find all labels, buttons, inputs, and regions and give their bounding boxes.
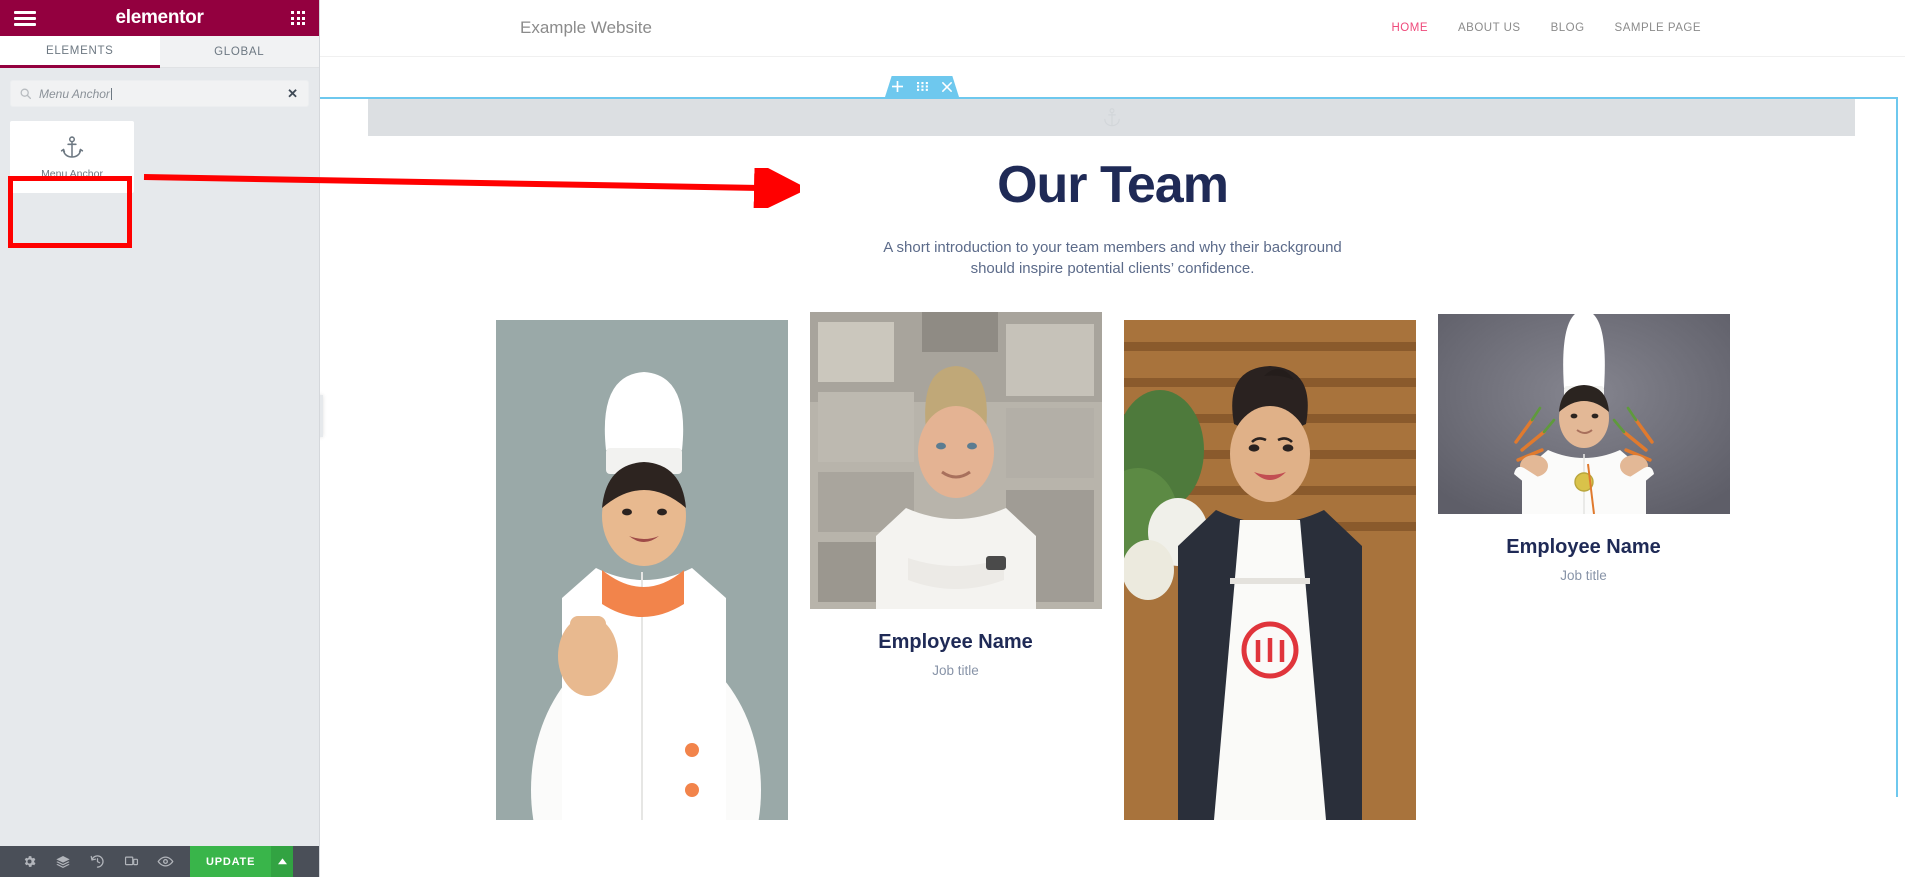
plus-icon xyxy=(892,81,903,92)
nav-item-about-us[interactable]: ABOUT US xyxy=(1458,22,1521,34)
add-section-button[interactable] xyxy=(892,81,903,92)
member-name: Employee Name xyxy=(878,630,1033,653)
navigator-button[interactable] xyxy=(46,846,80,877)
widget-card-label: Menu Anchor xyxy=(41,167,103,180)
team-member[interactable] xyxy=(495,319,788,842)
responsive-icon xyxy=(124,856,138,866)
team-members-grid: Employee Name Job title Employee Name Jo… xyxy=(320,311,1905,842)
member-job: Job title xyxy=(932,662,979,678)
tab-elements[interactable]: ELEMENTS xyxy=(0,36,160,68)
member-photo xyxy=(1123,319,1416,820)
update-options-caret[interactable] xyxy=(271,846,294,877)
panel-footer-toolbar: UPDATE xyxy=(0,846,319,877)
nav-item-home[interactable]: HOME xyxy=(1391,22,1428,34)
grid-dots-icon xyxy=(917,82,928,91)
editor-canvas: Example Website HOME ABOUT US BLOG SAMPL… xyxy=(320,0,1905,877)
team-heading: Our Team xyxy=(997,156,1229,214)
anchor-icon xyxy=(1103,107,1120,126)
elementor-logo: elementor xyxy=(115,7,204,28)
asian-female-chef-waving-image xyxy=(495,319,788,820)
member-photo xyxy=(495,319,788,820)
responsive-mode-button[interactable] xyxy=(114,846,148,877)
chef-holding-vegetables-image xyxy=(1437,313,1730,514)
anchor-icon xyxy=(60,135,84,158)
male-chef-arms-crossed-image xyxy=(809,311,1102,609)
edit-section-handle[interactable] xyxy=(917,82,928,91)
caret-up-icon xyxy=(277,858,287,865)
layers-icon xyxy=(56,855,70,868)
nav-item-blog[interactable]: BLOG xyxy=(1551,22,1585,34)
female-chef-apron-smiling-image xyxy=(1123,319,1416,820)
panel-tabs: ELEMENTS GLOBAL xyxy=(0,36,319,68)
member-photo xyxy=(1437,313,1730,514)
site-title: Example Website xyxy=(520,18,652,37)
elementor-left-panel: elementor ELEMENTS GLOBAL Menu Anchor ✕ xyxy=(0,0,320,877)
elementor-section: Our Team A short introduction to your te… xyxy=(320,76,1905,842)
panel-collapse-handle[interactable] xyxy=(320,395,323,437)
eye-icon xyxy=(157,856,173,867)
section-toolbar xyxy=(885,76,959,97)
delete-section-button[interactable] xyxy=(942,81,952,92)
member-job: Job title xyxy=(1560,567,1607,583)
elementor-editor: elementor ELEMENTS GLOBAL Menu Anchor ✕ xyxy=(0,0,1905,877)
panel-body: Menu Anchor ✕ Menu Anchor xyxy=(0,68,319,846)
search-text: Menu Anchor xyxy=(39,86,110,101)
widget-dropzone[interactable] xyxy=(368,99,1855,136)
member-name: Employee Name xyxy=(1506,535,1661,558)
widget-results-grid: Menu Anchor xyxy=(10,121,309,193)
site-nav: HOME ABOUT US BLOG SAMPLE PAGE xyxy=(1391,22,1871,34)
search-icon xyxy=(20,88,32,100)
gear-icon xyxy=(24,856,35,867)
team-member[interactable] xyxy=(1123,319,1416,842)
preview-button[interactable] xyxy=(148,846,182,877)
hamburger-icon[interactable] xyxy=(14,10,36,26)
site-header: Example Website HOME ABOUT US BLOG SAMPL… xyxy=(320,0,1905,57)
search-input[interactable]: Menu Anchor ✕ xyxy=(10,80,309,107)
clear-search-button[interactable]: ✕ xyxy=(285,87,300,100)
team-subtitle-line2: should inspire potential clients’ confid… xyxy=(970,260,1255,278)
team-subtitle: A short introduction to your team member… xyxy=(320,237,1905,280)
update-button[interactable]: UPDATE xyxy=(190,846,272,877)
member-photo xyxy=(809,311,1102,609)
nav-item-sample-page[interactable]: SAMPLE PAGE xyxy=(1615,22,1701,34)
search-input-value: Menu Anchor xyxy=(39,87,285,101)
panel-header: elementor xyxy=(0,0,319,36)
text-caret xyxy=(110,87,112,100)
settings-button[interactable] xyxy=(12,846,46,877)
team-section: Our Team A short introduction to your te… xyxy=(320,97,1905,842)
team-member[interactable]: Employee Name Job title xyxy=(809,311,1102,678)
widget-card-menu-anchor[interactable]: Menu Anchor xyxy=(10,121,134,193)
team-subtitle-line1: A short introduction to your team member… xyxy=(883,239,1342,256)
history-button[interactable] xyxy=(80,846,114,877)
tab-global[interactable]: GLOBAL xyxy=(159,36,319,68)
history-icon xyxy=(90,855,104,868)
team-member[interactable]: Employee Name Job title xyxy=(1437,313,1730,583)
grid-apps-icon[interactable] xyxy=(291,11,305,25)
close-icon xyxy=(942,81,952,92)
